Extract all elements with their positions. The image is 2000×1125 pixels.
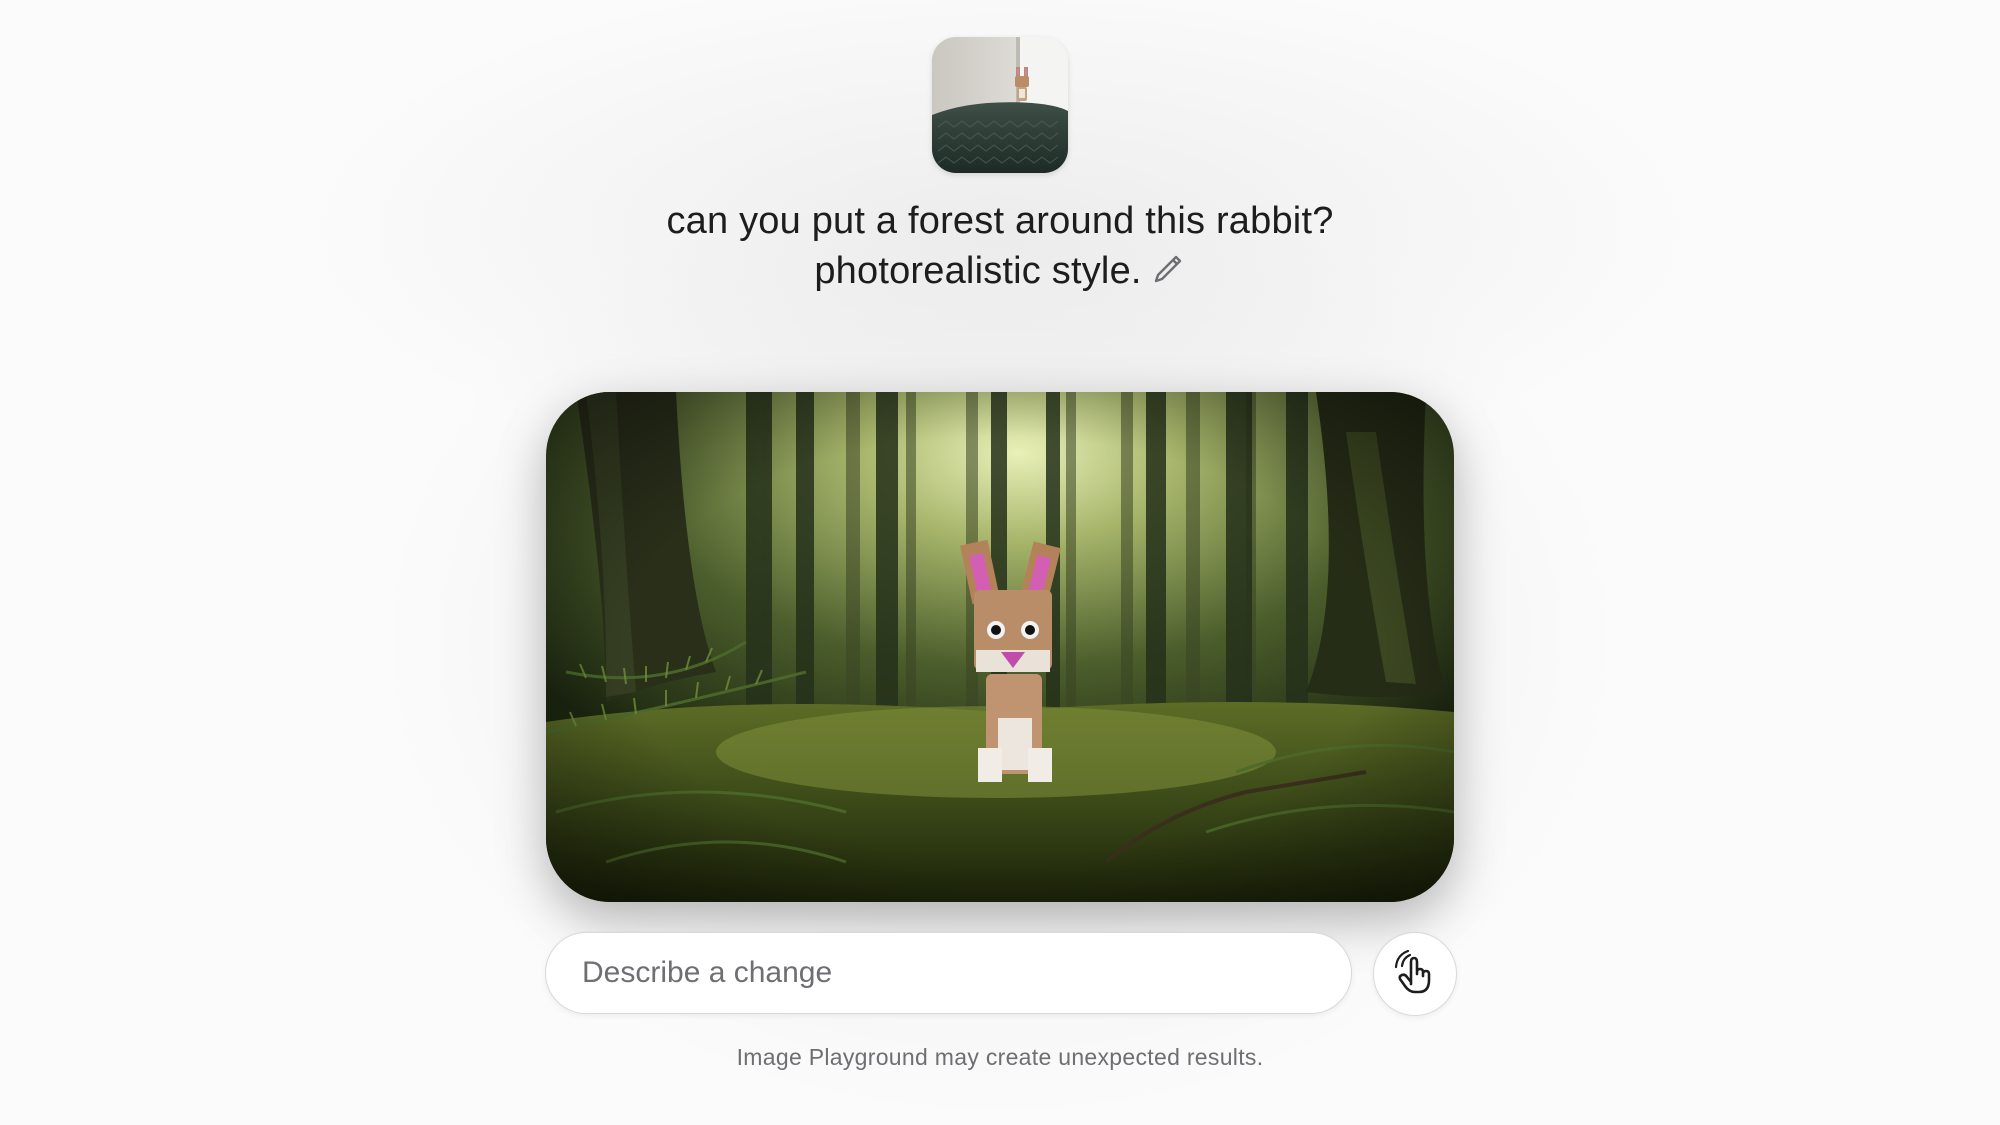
source-image-thumbnail[interactable]: [932, 37, 1068, 173]
forest-scene: [546, 392, 1454, 902]
pencil-icon[interactable]: [1150, 250, 1186, 286]
describe-change-input[interactable]: [582, 956, 1351, 990]
finger-point-button[interactable]: [1373, 932, 1457, 1016]
prompt-line-1: can you put a forest around this rabbit?: [666, 200, 1334, 242]
prompt-line-2-text: photorealistic style.: [814, 250, 1142, 292]
source-image: [932, 37, 1068, 173]
prompt-text: can you put a forest around this rabbit?…: [500, 196, 1500, 296]
generated-image[interactable]: [546, 392, 1454, 902]
finger-point-icon: [1394, 950, 1431, 994]
disclaimer-text: Image Playground may create unexpected r…: [736, 1044, 1264, 1070]
prompt-line-2: photorealistic style.: [500, 246, 1500, 296]
describe-change-field[interactable]: [545, 932, 1352, 1014]
